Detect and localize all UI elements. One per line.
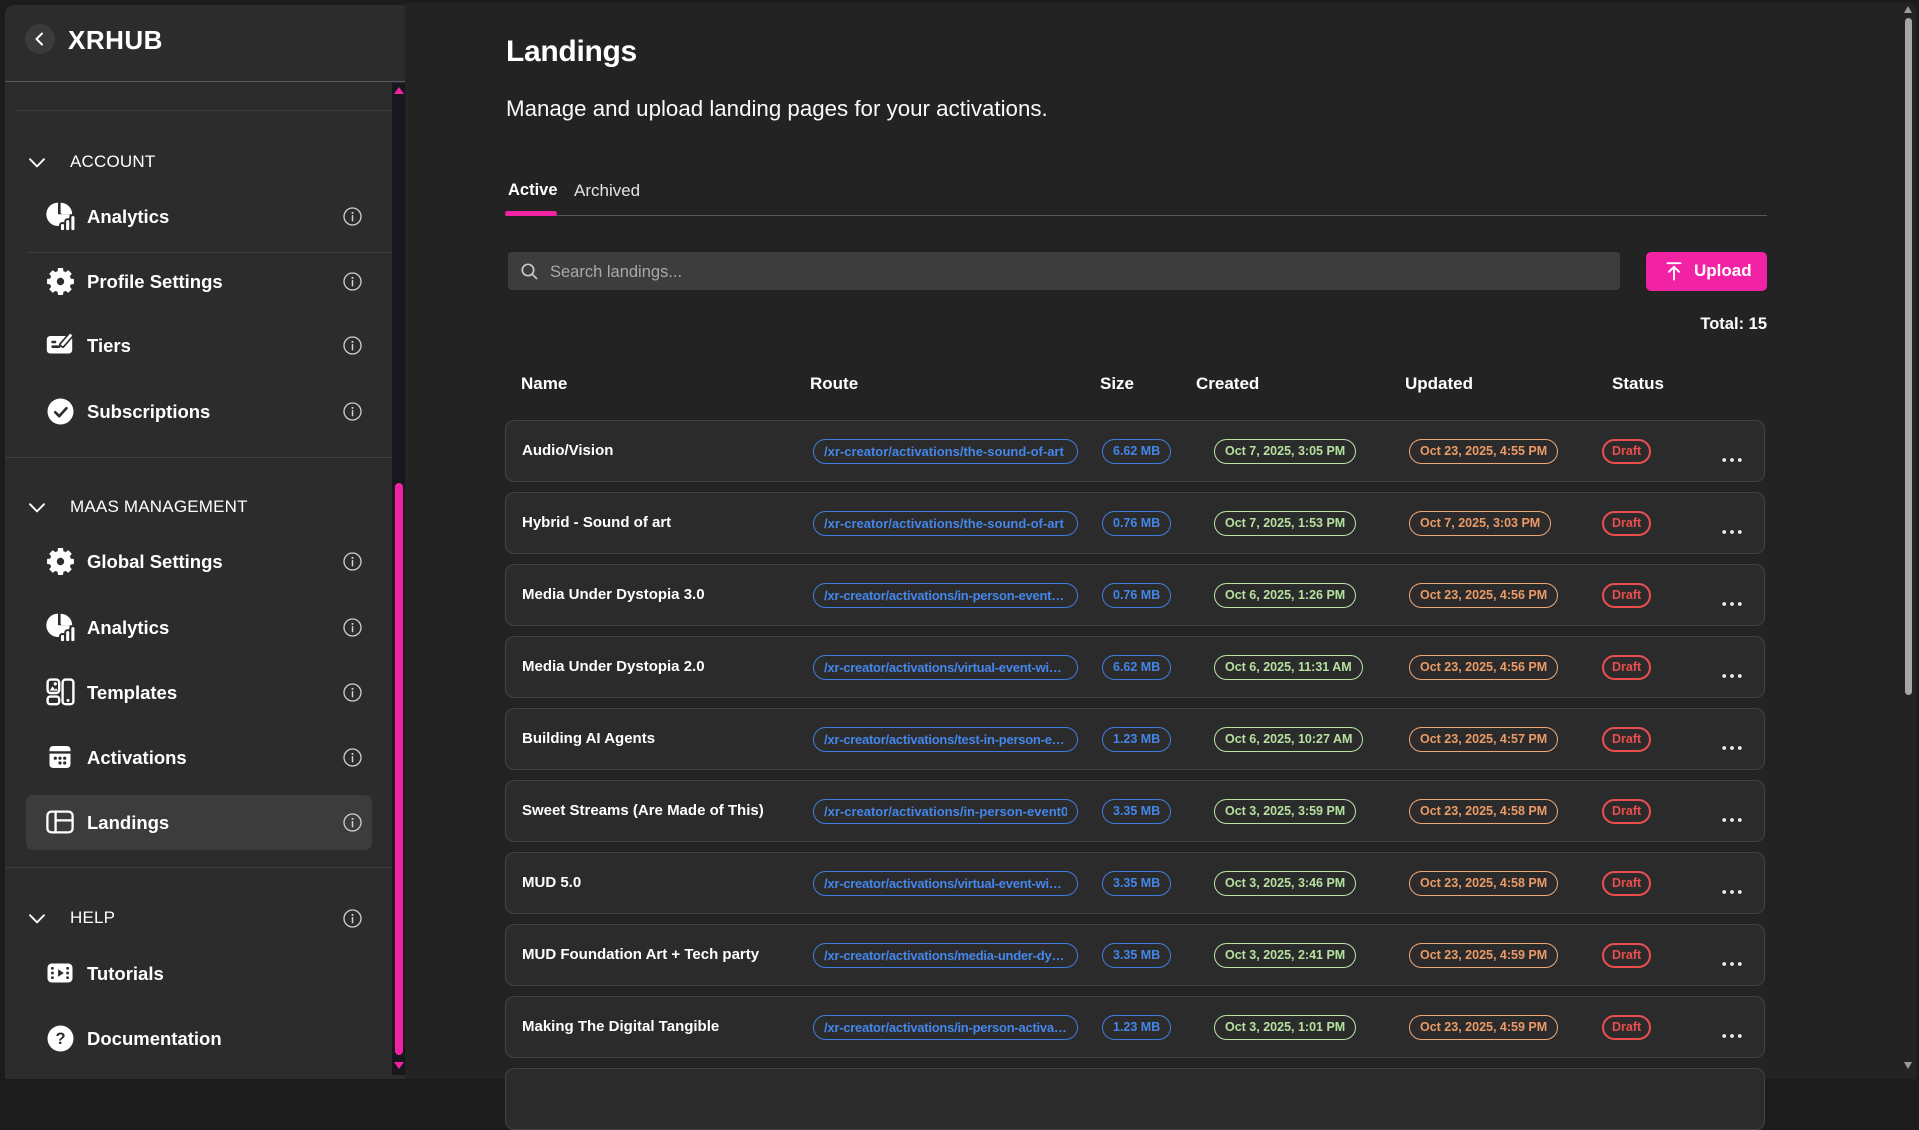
svg-text:?: ? [55, 1030, 65, 1048]
